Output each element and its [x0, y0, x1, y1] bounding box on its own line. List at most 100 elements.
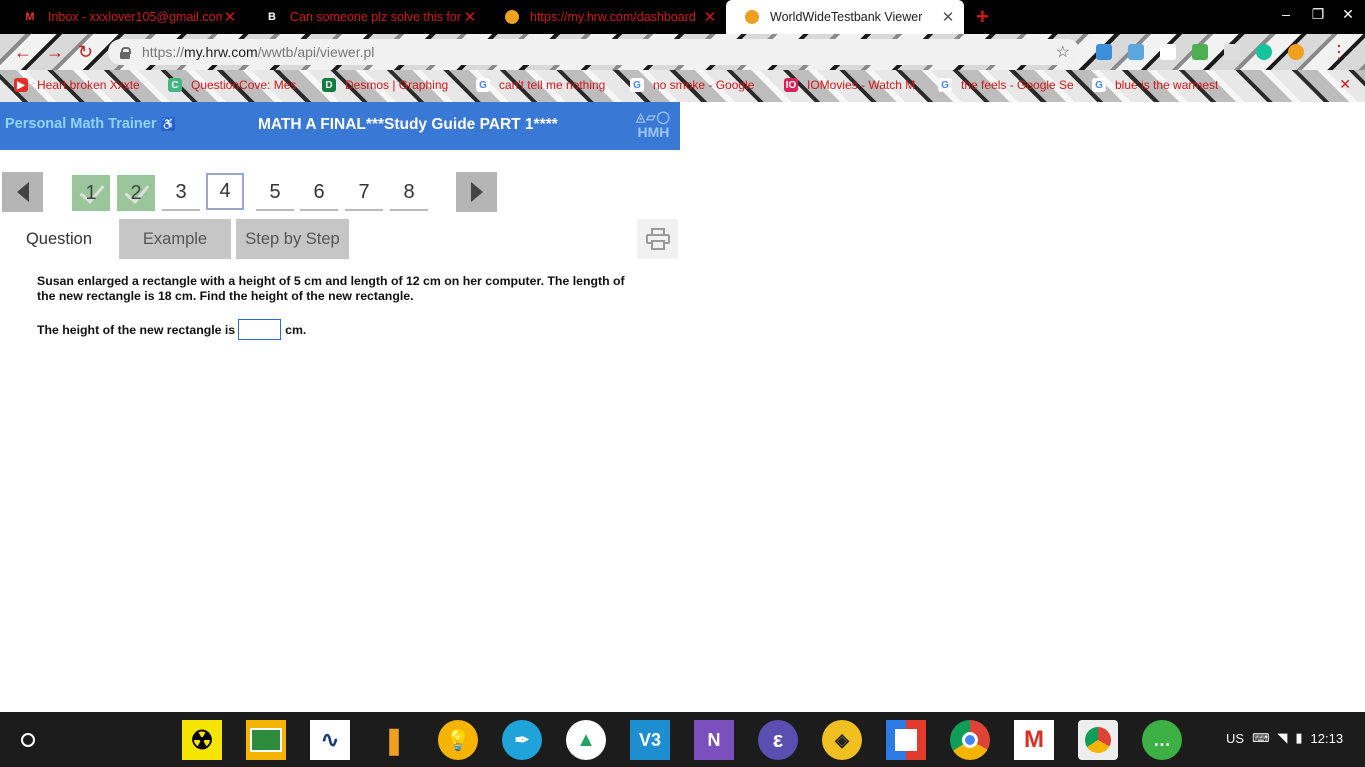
bookmark-item[interactable]: ▶ Heart broken Xxxte: [14, 78, 154, 92]
wifi-icon: ◥: [1277, 730, 1288, 745]
radiation-app-icon[interactable]: ☢: [180, 719, 224, 761]
gmail-icon: M: [25, 11, 35, 23]
iomovies-icon: IO: [784, 78, 798, 92]
grammarly-icon[interactable]: [1256, 44, 1272, 60]
maximize-icon[interactable]: ❐: [1308, 6, 1328, 23]
question-number-1[interactable]: 1: [72, 175, 110, 211]
extension-icon[interactable]: [1128, 44, 1144, 60]
arrow-left-icon: [16, 182, 29, 202]
question-number-3[interactable]: 3: [162, 175, 200, 211]
launcher-icon[interactable]: [10, 722, 45, 757]
minimize-icon[interactable]: –: [1276, 6, 1296, 22]
google-classroom-icon[interactable]: [244, 719, 288, 761]
previous-question-button[interactable]: [2, 172, 43, 212]
bookmark-star-icon[interactable]: ☆: [1056, 42, 1070, 62]
clock: 12:13: [1310, 730, 1344, 746]
battery-icon: ▮: [1295, 730, 1303, 745]
bookmark-item[interactable]: G no smoke - Google: [630, 78, 770, 92]
google-icon: G: [938, 78, 952, 92]
ink-app-icon[interactable]: ❚: [372, 719, 416, 761]
forward-icon[interactable]: →: [46, 42, 64, 63]
question-number-5[interactable]: 5: [256, 175, 294, 211]
pen-app-icon[interactable]: ✒: [500, 719, 544, 761]
hrw-icon: [744, 9, 760, 25]
extension-icon[interactable]: [1160, 44, 1176, 60]
tab-gmail[interactable]: M Inbox - xxxlover105@gmail.com ✕: [4, 2, 246, 32]
close-tab-icon[interactable]: ✕: [222, 8, 238, 26]
browser-toolbar: ← → ↻ https://my.hrw.com/wwtb/api/viewer…: [0, 34, 1365, 70]
gmail-app-icon[interactable]: M: [1012, 719, 1056, 761]
tab-title: Inbox - xxxlover105@gmail.com: [48, 10, 222, 24]
answer-input[interactable]: [238, 319, 282, 340]
pmt-header: Personal Math Trainer ♿ MATH A FINAL***S…: [0, 102, 680, 150]
bookmark-item[interactable]: G the feels - Google Se: [938, 78, 1078, 92]
arrow-right-icon: [470, 182, 483, 202]
extension-icon[interactable]: [1192, 44, 1208, 60]
answer-line: The height of the new rectangle is cm.: [37, 319, 306, 340]
taskbar-shelf: ☢ ∿ ❚ 💡 ✒ ▲ V3 N ε ◈ M … US ⌨ ◥ ▮ 12:13: [0, 712, 1365, 767]
hrw-icon: [504, 9, 520, 25]
hmh-logo: ◬▱◯ HMH: [636, 110, 671, 140]
desmos-icon: D: [322, 78, 336, 92]
extension-icon[interactable]: [1224, 44, 1240, 60]
v3-app-icon[interactable]: V3: [628, 719, 672, 761]
print-button[interactable]: [637, 219, 678, 259]
question-number-7[interactable]: 7: [345, 175, 383, 211]
messages-icon[interactable]: …: [1140, 719, 1184, 761]
chrome-canary-icon[interactable]: [1076, 719, 1120, 761]
lock-icon[interactable]: [120, 46, 131, 59]
desmos-app-icon[interactable]: ∿: [308, 719, 352, 761]
pmt-brand: Personal Math Trainer ♿: [5, 116, 176, 132]
onenote-icon[interactable]: N: [692, 719, 736, 761]
app-icon[interactable]: ◈: [820, 719, 864, 761]
extension-icon[interactable]: [1096, 44, 1112, 60]
reload-icon[interactable]: ↻: [78, 42, 93, 63]
bookmark-item[interactable]: G blue is the warmest: [1092, 78, 1232, 92]
input-method-icon: ⌨: [1252, 731, 1270, 745]
tab-question[interactable]: Question: [16, 219, 102, 259]
question-number-2[interactable]: 2: [117, 175, 155, 211]
back-icon[interactable]: ←: [14, 42, 32, 63]
menu-icon[interactable]: ⋮: [1330, 42, 1348, 63]
tab-title: WorldWideTestbank Viewer: [770, 10, 923, 24]
bookmark-item[interactable]: IO IOMovies - Watch M: [784, 78, 924, 92]
chrome-icon[interactable]: [948, 719, 992, 761]
close-icon[interactable]: ✕: [1339, 76, 1351, 93]
question-text: Susan enlarged a rectangle with a height…: [37, 274, 625, 303]
google-tasks-icon[interactable]: [884, 719, 928, 761]
system-tray[interactable]: US ⌨ ◥ ▮ 12:13: [1226, 730, 1343, 746]
google-icon: G: [1092, 78, 1106, 92]
close-window-icon[interactable]: ✕: [1338, 6, 1358, 23]
tab-brainly[interactable]: B Can someone plz solve this for ✕: [246, 2, 486, 32]
close-tab-icon[interactable]: ✕: [462, 8, 478, 26]
youtube-icon: ▶: [14, 78, 28, 92]
bookmark-item[interactable]: D Desmos | Graphing: [322, 78, 462, 92]
questioncove-icon: C: [168, 78, 182, 92]
google-drive-icon[interactable]: ▲: [564, 719, 608, 761]
bookmark-item[interactable]: C QuestionCove: Mes: [168, 78, 308, 92]
answer-prefix: The height of the new rectangle is: [37, 322, 236, 337]
question-number-6[interactable]: 6: [300, 175, 338, 211]
keep-icon[interactable]: 💡: [436, 719, 480, 761]
edge-icon[interactable]: ε: [756, 719, 800, 761]
new-tab-icon[interactable]: +: [976, 4, 989, 30]
tab-title: https://my.hrw.com/dashboard: [530, 10, 696, 24]
bookmarks-bar: ▶ Heart broken Xxxte C QuestionCove: Mes…: [0, 70, 1365, 102]
tab-hrw-dashboard[interactable]: https://my.hrw.com/dashboard ✕: [486, 2, 726, 32]
tab-step-by-step[interactable]: Step by Step: [236, 219, 349, 259]
question-number-8[interactable]: 8: [390, 175, 428, 211]
address-bar[interactable]: https://my.hrw.com/wwtb/api/viewer.pl ☆: [108, 39, 1080, 65]
question-number-4[interactable]: 4: [206, 173, 244, 210]
close-tab-icon[interactable]: ✕: [940, 8, 956, 26]
next-question-button[interactable]: [456, 172, 497, 212]
close-tab-icon[interactable]: ✕: [702, 8, 718, 26]
page-title: MATH A FINAL***Study Guide PART 1****: [258, 116, 558, 133]
browser-tab-strip: M Inbox - xxxlover105@gmail.com ✕ B Can …: [0, 0, 1365, 34]
google-icon: G: [476, 78, 490, 92]
bookmark-item[interactable]: G can't tell me nothing: [476, 78, 616, 92]
tab-worldwidetestbank[interactable]: WorldWideTestbank Viewer ✕: [726, 0, 964, 34]
profile-avatar[interactable]: [1288, 44, 1304, 60]
tab-title: Can someone plz solve this for: [290, 10, 461, 24]
tab-example[interactable]: Example: [119, 219, 231, 259]
brainly-icon: B: [268, 11, 276, 23]
